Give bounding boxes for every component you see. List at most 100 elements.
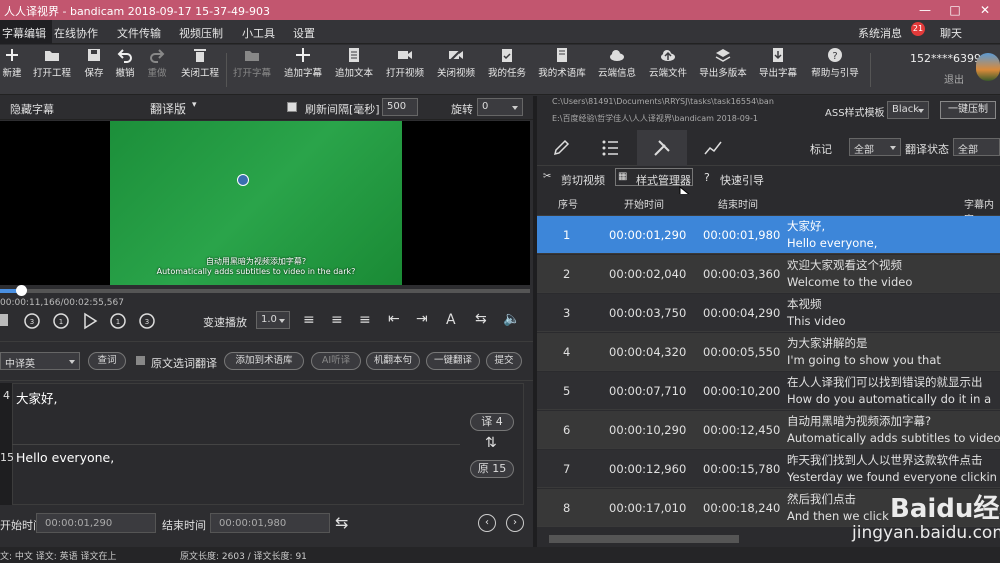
menu-file-transfer[interactable]: 文件传输 — [117, 25, 161, 41]
original-text[interactable]: Hello everyone, — [16, 450, 114, 465]
pencil-icon[interactable] — [551, 138, 571, 158]
chart-line-icon[interactable] — [703, 138, 723, 158]
system-message-button[interactable]: 系统消息 — [858, 25, 902, 41]
cloud-info-button[interactable]: 云端信息 — [595, 47, 639, 79]
export-multi-version-button[interactable]: 导出多版本 — [697, 47, 749, 79]
refresh-interval-input[interactable]: 500 — [382, 98, 418, 116]
refresh-checkbox[interactable] — [287, 102, 297, 112]
folder-icon — [45, 51, 59, 61]
menu-tools[interactable]: 小工具 — [242, 25, 275, 41]
quick-guide-tab[interactable]: 快速引导 — [720, 172, 764, 188]
align-middle-icon[interactable]: ≡ — [331, 312, 343, 328]
table-row[interactable]: 4 00:00:04,320 00:00:05,550 为大家讲解的是 I'm goin… — [537, 333, 1000, 371]
rewind-3s-icon[interactable]: 3 — [22, 311, 42, 331]
save-button[interactable]: 保存 — [82, 47, 106, 79]
mark-filter-select[interactable]: 全部 — [849, 138, 901, 156]
row-text-cn: 为大家讲解的是 — [787, 336, 868, 350]
prev-subtitle-icon[interactable]: ‹ — [478, 514, 496, 532]
language-pair-select[interactable]: 中译英 — [0, 352, 80, 370]
cloud-upload-icon — [661, 50, 675, 61]
chat-button[interactable]: 聊天 — [940, 25, 962, 41]
close-button[interactable]: ✕ — [970, 0, 1000, 20]
add-to-termbase-button[interactable]: 添加到术语库 — [224, 352, 304, 370]
menu-online-collab[interactable]: 在线协作 — [54, 25, 98, 41]
table-row[interactable]: 5 00:00:07,710 00:00:10,200 在人人译我们可以找到错误的就显… — [537, 372, 1000, 410]
forward-3s-icon[interactable]: 3 — [137, 311, 157, 331]
next-line-icon[interactable]: ⇥ — [416, 311, 428, 327]
append-text-button[interactable]: 追加文本 — [332, 47, 376, 79]
close-video-button[interactable]: 关闭视频 — [434, 47, 478, 79]
horizontal-scroll-thumb[interactable] — [549, 535, 739, 543]
cut-video-tab[interactable]: 剪切视频 — [561, 172, 605, 188]
document-icon — [349, 48, 359, 62]
one-click-burn-button[interactable]: 一键压制 — [940, 101, 996, 119]
table-row[interactable]: 6 00:00:10,290 00:00:12,450 自动用黑暗为视频添加字幕? Au… — [537, 411, 1000, 449]
forward-1s-icon[interactable]: 1 — [108, 311, 128, 331]
align-left-icon[interactable]: ≡ — [359, 312, 371, 328]
menu-subtitle-edit[interactable]: 字幕编辑 — [0, 20, 52, 44]
undo-button[interactable]: 撤销 — [113, 47, 137, 79]
table-row[interactable]: 2 00:00:02,040 00:00:03,360 欢迎大家观看这个视频 Welco… — [537, 255, 1000, 293]
end-time-input[interactable] — [210, 513, 330, 533]
swap-lines-icon[interactable]: ⇅ — [485, 435, 497, 451]
maximize-button[interactable]: □ — [940, 0, 970, 20]
logout-link[interactable]: 退出 — [944, 71, 964, 86]
menu-settings[interactable]: 设置 — [293, 25, 315, 41]
one-click-translate-button[interactable]: 一键翻译 — [426, 352, 480, 370]
close-project-button[interactable]: 关闭工程 — [178, 47, 222, 79]
redo-button[interactable]: 重做 — [145, 47, 169, 79]
start-time-input[interactable] — [36, 513, 156, 533]
row-text-en: Yesterday we found everyone clickin — [787, 470, 997, 484]
cloud-files-button[interactable]: 云端文件 — [646, 47, 690, 79]
next-subtitle-icon[interactable]: › — [506, 514, 524, 532]
table-row[interactable]: 3 00:00:03,750 00:00:04,290 本视频 This video — [537, 294, 1000, 332]
user-avatar[interactable] — [976, 53, 1000, 81]
translation-state-select[interactable]: 全部 — [953, 138, 1000, 156]
swap-icon[interactable]: ⇆ — [475, 311, 487, 327]
ass-template-select[interactable]: Black — [887, 101, 929, 119]
ai-listen-button[interactable]: AI听译 — [311, 352, 361, 370]
row-start-time: 00:00:01,290 — [609, 228, 687, 242]
append-subtitle-button[interactable]: 追加字幕 — [281, 47, 325, 79]
row-start-time: 00:00:07,710 — [609, 384, 687, 398]
selection-translate-checkbox[interactable] — [136, 356, 145, 365]
stop-icon[interactable] — [0, 314, 8, 326]
project-path-1: C:\Users\81491\Documents\RRYSJ\tasks\tas… — [552, 97, 774, 106]
rotate-select[interactable]: 0 — [477, 98, 523, 116]
swap-time-icon[interactable]: ⇆ — [335, 513, 348, 532]
machine-translate-button[interactable]: 机翻本句 — [366, 352, 420, 370]
translation-text[interactable]: 大家好, — [16, 388, 57, 407]
list-icon[interactable] — [601, 138, 621, 158]
version-select[interactable]: 翻译版 — [150, 100, 186, 117]
my-termbase-button[interactable]: 我的术语库 — [536, 47, 588, 79]
seek-bar[interactable] — [0, 285, 530, 296]
open-video-button[interactable]: 打开视频 — [383, 47, 427, 79]
row-end-time: 00:00:05,550 — [703, 345, 781, 359]
prev-line-icon[interactable]: ⇤ — [388, 311, 400, 327]
align-center-icon[interactable]: ≡ — [303, 312, 315, 328]
open-project-button[interactable]: 打开工程 — [30, 47, 74, 79]
table-row[interactable]: 7 00:00:12,960 00:00:15,780 昨天我们找到人人以世界这款软件… — [537, 450, 1000, 488]
open-subtitle-button[interactable]: 打开字幕 — [230, 47, 274, 79]
row-end-time: 00:00:01,980 — [703, 228, 781, 242]
project-path-2: E:\百度经验\哲学佳人\人人译视界\bandicam 2018-09-1 — [552, 114, 758, 123]
help-icon: ? — [704, 171, 710, 184]
rewind-1s-icon[interactable]: 1 — [51, 311, 71, 331]
hide-subtitle-label[interactable]: 隐藏字幕 — [10, 101, 54, 117]
play-icon[interactable] — [80, 311, 100, 331]
menu-video-compress[interactable]: 视频压制 — [179, 25, 223, 41]
help-guide-button[interactable]: ? 帮助与引导 — [808, 47, 862, 79]
tools-tab[interactable] — [637, 130, 687, 166]
font-size-icon[interactable]: A — [446, 312, 456, 328]
export-subtitle-button[interactable]: 导出字幕 — [756, 47, 800, 79]
my-tasks-button[interactable]: 我的任务 — [485, 47, 529, 79]
video-subtitle-en: Automatically adds subtitles to video in… — [156, 267, 356, 276]
speed-select[interactable]: 1.0 — [256, 311, 290, 329]
table-row[interactable]: 1 00:00:01,290 00:00:01,980 大家好, Hello every… — [537, 216, 1000, 254]
new-button[interactable]: 新建 — [0, 47, 24, 79]
row-number: 8 — [563, 501, 571, 515]
volume-icon[interactable]: 🔈 — [503, 311, 520, 327]
minimize-button[interactable]: — — [910, 0, 940, 20]
lookup-button[interactable]: 查词 — [88, 352, 126, 370]
submit-button[interactable]: 提交 — [486, 352, 522, 370]
